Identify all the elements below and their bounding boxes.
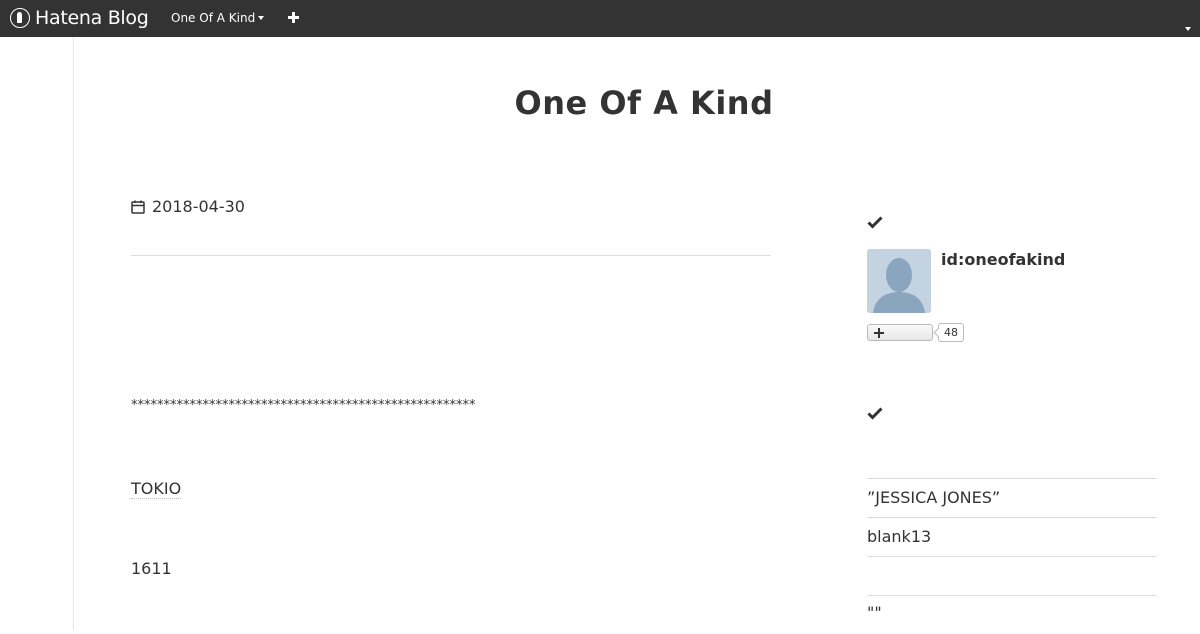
caret-down-icon — [258, 16, 265, 20]
entry-header-divider — [131, 255, 771, 256]
entry-date[interactable]: 2018-04-30 — [131, 197, 245, 216]
user-menu-caret-icon — [1185, 27, 1191, 31]
sidebar-entry-list: ”JESSICA JONES” blank13 "" — [867, 478, 1157, 634]
profile-id-link[interactable]: id:oneofakind — [941, 250, 1065, 269]
entry-date-text: 2018-04-30 — [152, 197, 245, 216]
avatar[interactable] — [867, 249, 931, 313]
new-post-button[interactable] — [288, 12, 299, 23]
list-item[interactable]: "" — [867, 596, 1157, 634]
global-header: Hatena Blog One Of A Kind — [0, 0, 1200, 37]
follow-button[interactable] — [867, 324, 933, 341]
hatena-logo-icon — [10, 8, 30, 28]
calendar-icon — [131, 200, 145, 214]
blog-title[interactable]: One Of A Kind — [74, 84, 1200, 122]
follower-count-badge[interactable]: 48 — [938, 323, 964, 342]
list-item[interactable]: ”JESSICA JONES” — [867, 479, 1157, 518]
check-icon — [867, 407, 883, 420]
blog-switcher-menu[interactable]: One Of A Kind — [171, 11, 265, 25]
user-menu-button[interactable] — [1182, 16, 1191, 35]
check-icon — [867, 216, 883, 229]
list-item[interactable]: blank13 — [867, 518, 1157, 557]
hatena-blog-logo[interactable]: Hatena Blog — [10, 7, 149, 29]
entry-paragraph: 1611 — [131, 559, 172, 578]
keyword-link[interactable]: TOKIO — [131, 479, 182, 499]
entry-stars-line: ****************************************… — [131, 398, 476, 413]
logo-text: Hatena Blog — [35, 7, 149, 29]
avatar-silhouette-icon — [867, 249, 931, 313]
blog-switcher-label: One Of A Kind — [171, 11, 256, 25]
list-item[interactable] — [867, 557, 1157, 596]
content-left-border — [73, 37, 74, 630]
